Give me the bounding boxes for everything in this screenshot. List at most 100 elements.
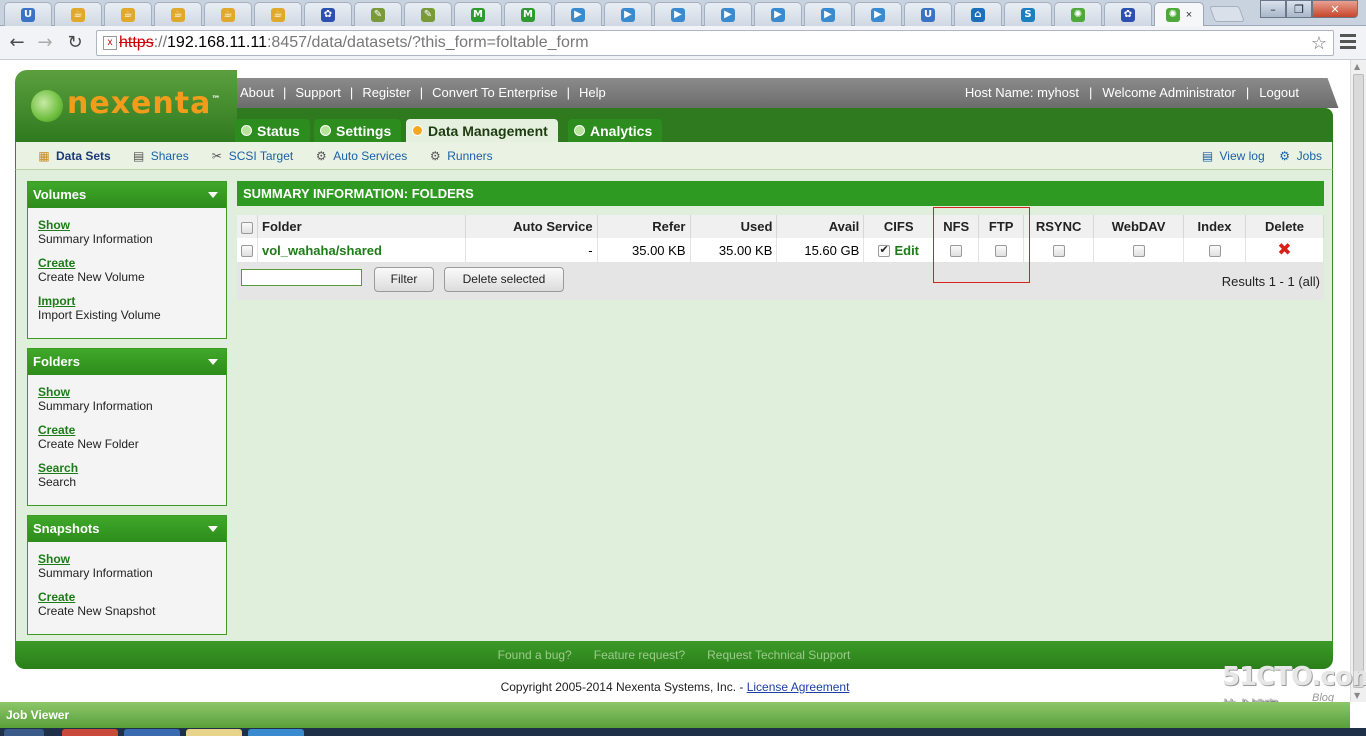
volumes-panel-header[interactable]: Volumes bbox=[28, 182, 226, 208]
browser-tab[interactable]: ✿ bbox=[304, 2, 352, 26]
browser-tab[interactable]: ▶ bbox=[704, 2, 752, 26]
folders-panel-header[interactable]: Folders bbox=[28, 349, 226, 375]
reload-icon[interactable]: ↻ bbox=[64, 32, 86, 54]
nexenta-logo[interactable]: nexenta™ bbox=[15, 70, 237, 142]
top-link-about[interactable]: About bbox=[240, 85, 274, 100]
collapse-arrow-icon[interactable] bbox=[208, 359, 218, 365]
subnav-auto-services[interactable]: ⚙ Auto Services bbox=[313, 149, 407, 163]
back-icon[interactable]: ← bbox=[6, 32, 28, 54]
cifs-edit-link[interactable]: Edit bbox=[894, 243, 919, 258]
view-log-link[interactable]: ▤ View log bbox=[1200, 149, 1265, 163]
snapshots-panel: Snapshots Show Summary Information Create C… bbox=[27, 515, 227, 635]
tab-status[interactable]: Status bbox=[235, 119, 310, 143]
forward-icon[interactable]: → bbox=[34, 32, 56, 54]
browser-tab[interactable]: ▶ bbox=[654, 2, 702, 26]
row-select-checkbox[interactable] bbox=[241, 245, 253, 258]
taskbar-app[interactable] bbox=[248, 729, 304, 736]
volumes-import-link[interactable]: Import bbox=[38, 294, 226, 308]
collapse-arrow-icon[interactable] bbox=[208, 192, 218, 198]
select-all-checkbox[interactable] bbox=[241, 221, 253, 234]
subnav-runners[interactable]: ⚙ Runners bbox=[427, 149, 493, 163]
collapse-arrow-icon[interactable] bbox=[208, 526, 218, 532]
top-link-help[interactable]: Help bbox=[579, 85, 606, 100]
subnav-scsi-target[interactable]: ✂ SCSI Target bbox=[209, 149, 294, 163]
browser-tab[interactable]: ✺ × bbox=[1154, 2, 1204, 26]
taskbar-app[interactable] bbox=[62, 729, 118, 736]
jobs-link[interactable]: ⚙ Jobs bbox=[1277, 149, 1322, 163]
col-folder[interactable]: Folder bbox=[257, 215, 466, 238]
webdav-checkbox[interactable] bbox=[1132, 245, 1145, 258]
delete-icon[interactable]: ✖ bbox=[1277, 240, 1291, 260]
footer-link[interactable]: Found a bug? bbox=[498, 648, 572, 662]
browser-tab[interactable]: U bbox=[4, 2, 52, 26]
snapshots-create-link[interactable]: Create bbox=[38, 590, 226, 604]
filter-button[interactable]: Filter bbox=[374, 267, 434, 292]
browser-tab[interactable]: ▶ bbox=[754, 2, 802, 26]
col-refer[interactable]: Refer bbox=[597, 215, 691, 238]
snapshots-show-link[interactable]: Show bbox=[38, 552, 226, 566]
browser-tab[interactable]: ▶ bbox=[554, 2, 602, 26]
browser-tab[interactable]: ▶ bbox=[604, 2, 652, 26]
top-link-register[interactable]: Register bbox=[362, 85, 410, 100]
browser-tab[interactable]: ▶ bbox=[804, 2, 852, 26]
scroll-up-icon[interactable]: ▲ bbox=[1354, 62, 1360, 71]
taskbar-app[interactable] bbox=[124, 729, 180, 736]
filter-input[interactable] bbox=[241, 269, 362, 286]
browser-tab[interactable]: ✎ bbox=[404, 2, 452, 26]
footer-link[interactable]: Feature request? bbox=[594, 648, 685, 662]
browser-tab[interactable]: M bbox=[454, 2, 502, 26]
close-window-button[interactable]: ✕ bbox=[1312, 0, 1358, 18]
volumes-show-link[interactable]: Show bbox=[38, 218, 226, 232]
subnav-shares[interactable]: ▤ Shares bbox=[131, 149, 189, 163]
browser-tab[interactable]: ⌂ bbox=[954, 2, 1002, 26]
job-viewer-bar[interactable]: Job Viewer bbox=[0, 702, 1350, 728]
browser-tab[interactable]: ▶ bbox=[854, 2, 902, 26]
scroll-down-icon[interactable]: ▼ bbox=[1354, 691, 1360, 700]
new-tab-button[interactable] bbox=[1209, 6, 1245, 22]
browser-menu-icon[interactable] bbox=[1340, 34, 1356, 50]
col-avail[interactable]: Avail bbox=[776, 215, 865, 238]
scrollbar-thumb[interactable] bbox=[1353, 74, 1364, 688]
browser-tab[interactable]: ☕ bbox=[154, 2, 202, 26]
taskbar-app[interactable] bbox=[186, 729, 242, 736]
top-link-support[interactable]: Support bbox=[295, 85, 341, 100]
bookmark-star-icon[interactable]: ☆ bbox=[1311, 33, 1327, 54]
folder-name-link[interactable]: vol_wahaha/shared bbox=[262, 243, 382, 258]
delete-selected-button[interactable]: Delete selected bbox=[444, 267, 564, 292]
browser-tab[interactable]: ☕ bbox=[204, 2, 252, 26]
maximize-button[interactable]: ❐ bbox=[1286, 0, 1312, 18]
cifs-checkbox[interactable] bbox=[878, 243, 891, 258]
browser-tab[interactable]: ✎ bbox=[354, 2, 402, 26]
address-bar[interactable]: x https://192.168.11.11:8457/data/datase… bbox=[96, 30, 1334, 56]
browser-tab[interactable]: ✿ bbox=[1104, 2, 1152, 26]
col-auto-service[interactable]: Auto Service bbox=[465, 215, 598, 238]
top-link-convert-to-enterprise[interactable]: Convert To Enterprise bbox=[432, 85, 558, 100]
snapshots-panel-header[interactable]: Snapshots bbox=[28, 516, 226, 542]
page-scrollbar[interactable]: ▲ ▼ bbox=[1350, 60, 1366, 702]
volumes-create-link[interactable]: Create bbox=[38, 256, 226, 270]
minimize-button[interactable]: – bbox=[1260, 0, 1286, 18]
rsync-checkbox[interactable] bbox=[1052, 245, 1065, 258]
browser-tab[interactable]: M bbox=[504, 2, 552, 26]
tab-settings[interactable]: Settings bbox=[314, 119, 402, 143]
tab-analytics[interactable]: Analytics bbox=[568, 119, 663, 143]
license-link[interactable]: License Agreement bbox=[747, 680, 850, 694]
folders-search-link[interactable]: Search bbox=[38, 461, 226, 475]
browser-tab[interactable]: ☕ bbox=[254, 2, 302, 26]
folders-create-link[interactable]: Create bbox=[38, 423, 226, 437]
index-checkbox[interactable] bbox=[1208, 245, 1221, 258]
logout-link[interactable]: Logout bbox=[1259, 85, 1299, 100]
tab-close-icon[interactable]: × bbox=[1186, 9, 1192, 21]
subnav-data-sets[interactable]: ▦ Data Sets bbox=[36, 149, 110, 163]
browser-tab[interactable]: ✺ bbox=[1054, 2, 1102, 26]
browser-tab[interactable]: ☕ bbox=[104, 2, 152, 26]
start-button[interactable] bbox=[4, 729, 44, 736]
browser-tab[interactable]: S bbox=[1004, 2, 1052, 26]
browser-tab[interactable]: ☕ bbox=[54, 2, 102, 26]
browser-tab[interactable]: U bbox=[904, 2, 952, 26]
footer-link[interactable]: Request Technical Support bbox=[707, 648, 850, 662]
folders-show-link[interactable]: Show bbox=[38, 385, 226, 399]
tab-data-management[interactable]: Data Management bbox=[406, 119, 558, 143]
col-used[interactable]: Used bbox=[690, 215, 778, 238]
insecure-lock-icon[interactable]: x bbox=[103, 36, 117, 50]
